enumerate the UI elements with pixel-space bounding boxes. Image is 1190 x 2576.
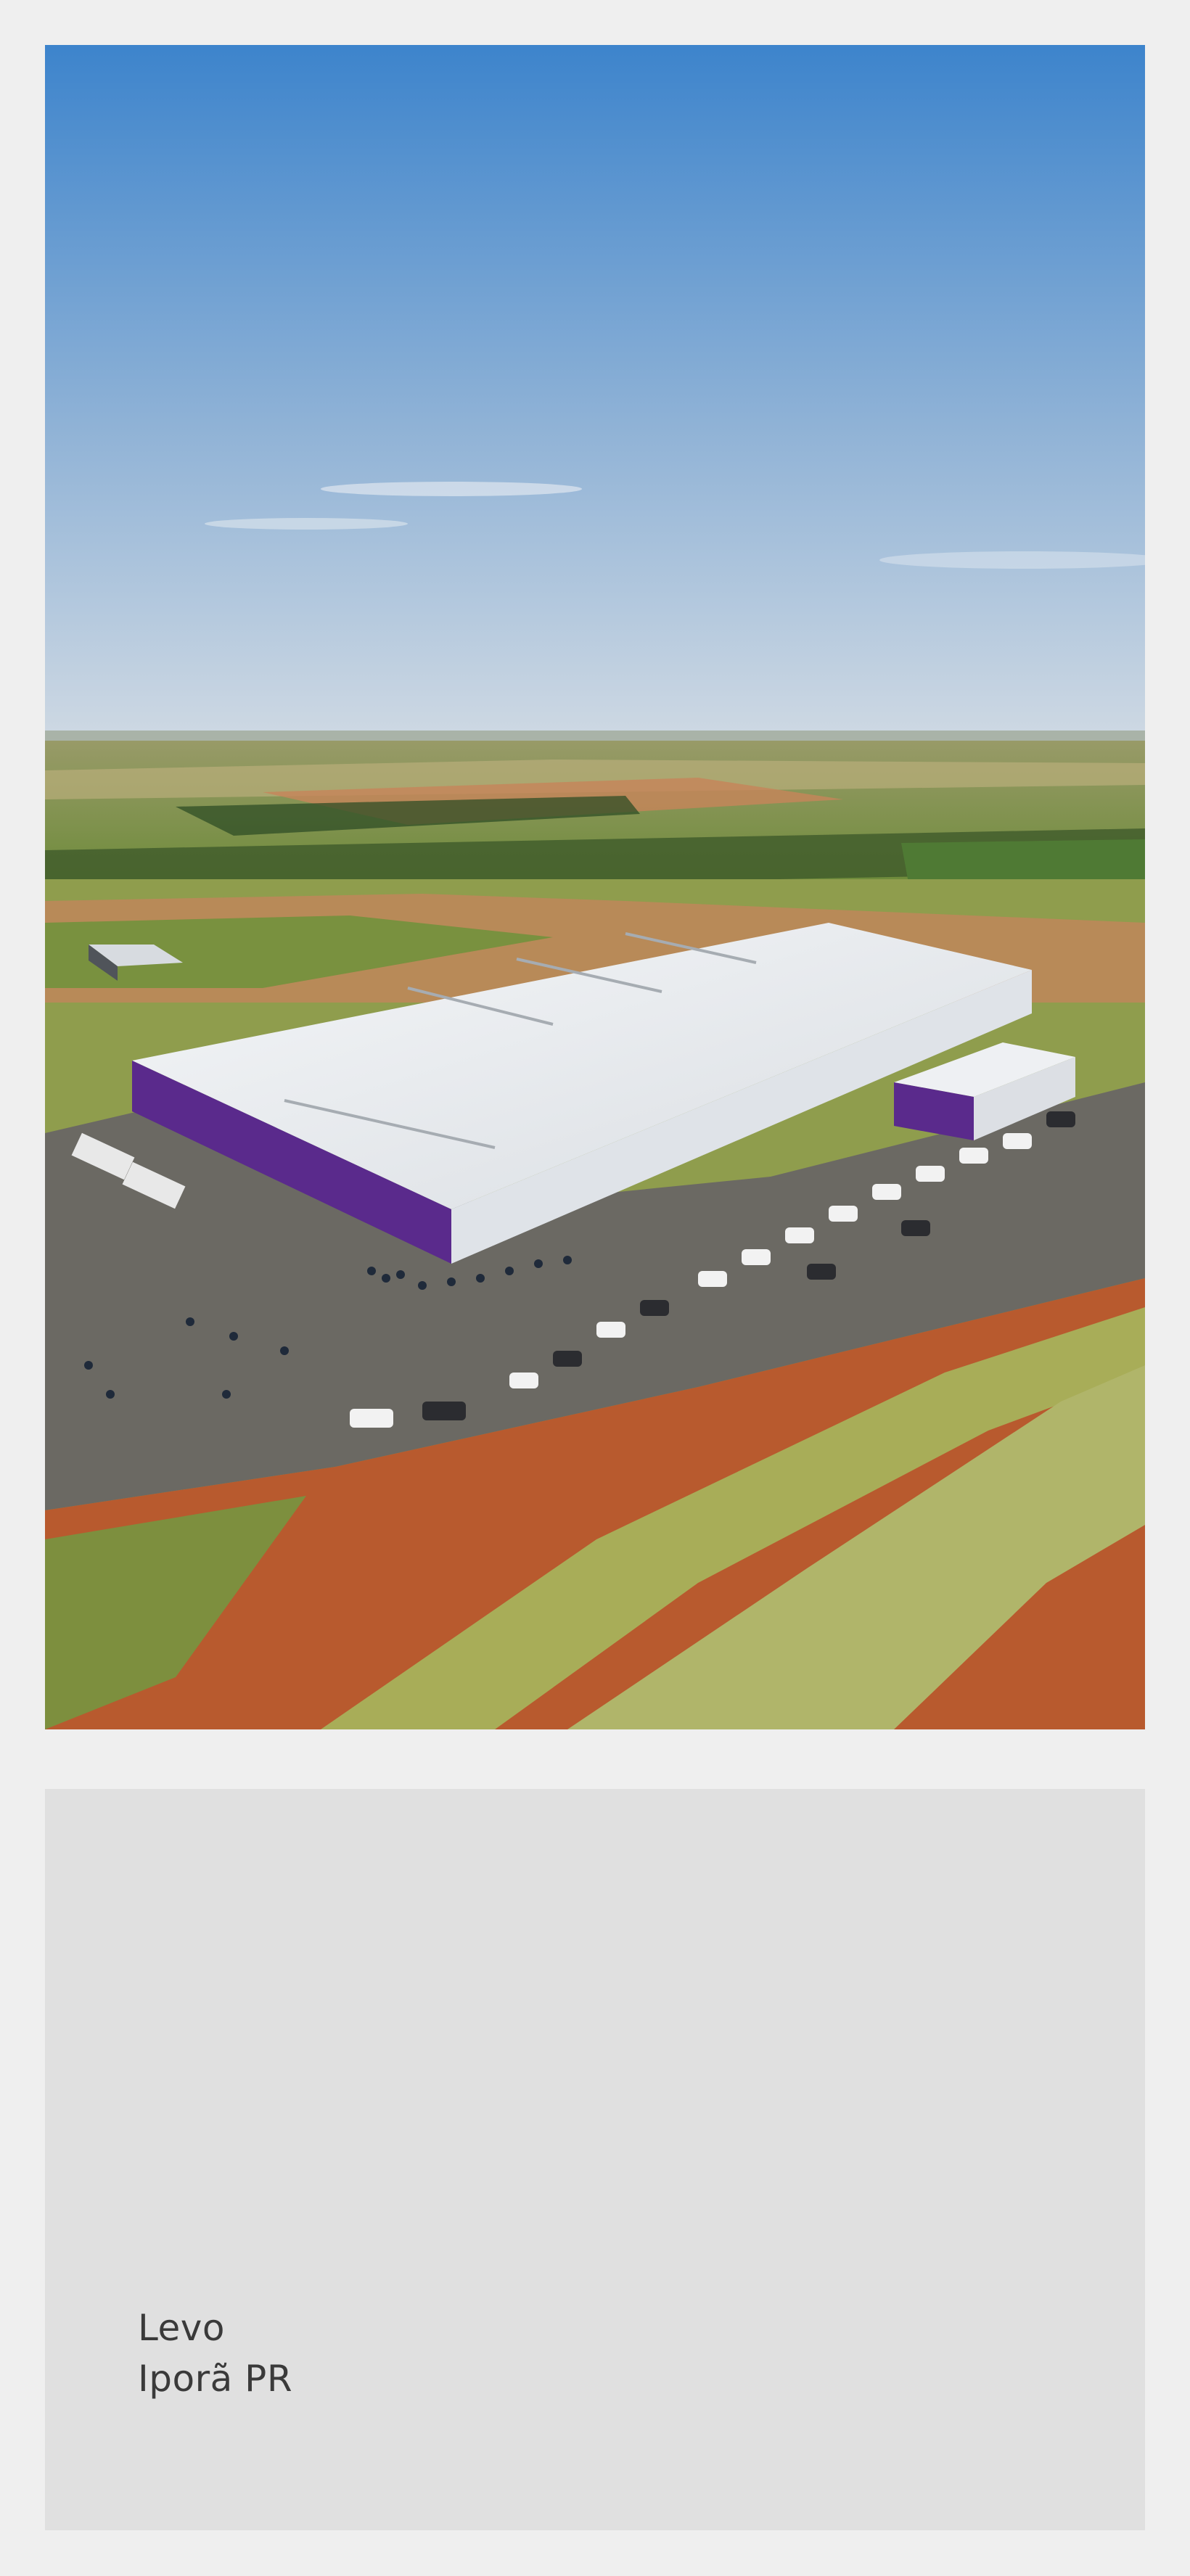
sky	[45, 45, 1145, 734]
project-name: Levo	[138, 2307, 225, 2349]
caption-card: Levo Iporã PR	[45, 1789, 1145, 2530]
project-location: Iporã PR	[138, 2358, 293, 2400]
aerial-factory-image	[45, 45, 1145, 1729]
project-caption: Levo Iporã PR	[138, 2303, 292, 2404]
project-photo	[45, 45, 1145, 1729]
